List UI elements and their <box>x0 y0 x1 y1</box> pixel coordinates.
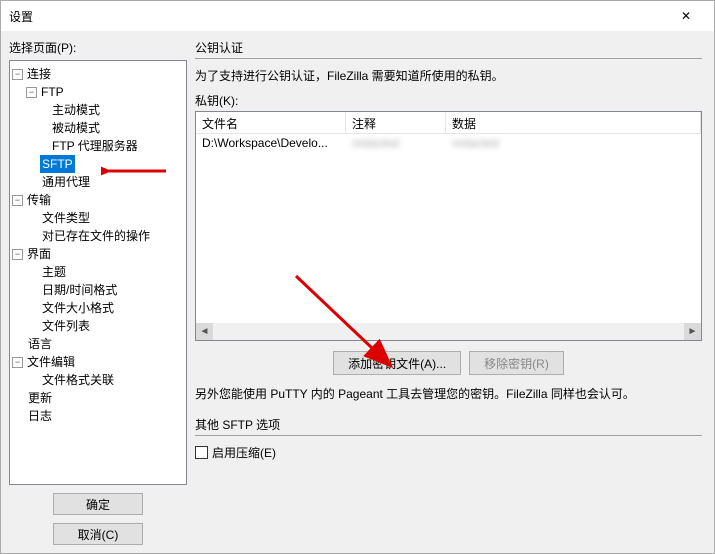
tree-node-interface[interactable]: − 界面 <box>12 245 184 263</box>
divider <box>195 435 702 436</box>
private-keys-list[interactable]: 文件名 注释 数据 D:\Workspace\Develo... redacte… <box>195 111 702 341</box>
col-header-comment[interactable]: 注释 <box>346 112 446 133</box>
compression-checkbox-row[interactable]: 启用压缩(E) <box>195 444 702 461</box>
left-pane: 选择页面(P): − 连接 − FTP 主动模式 被动模式 <box>1 31 191 553</box>
tree-label: 文件大小格式 <box>40 299 116 317</box>
group-auth-label: 公钥认证 <box>195 39 702 56</box>
tree-node-connection[interactable]: − 连接 <box>12 65 184 83</box>
tree-label: 连接 <box>25 65 53 83</box>
pageant-note: 另外您能使用 PuTTY 内的 Pageant 工具去管理您的密钥。FileZi… <box>195 385 702 402</box>
col-header-file[interactable]: 文件名 <box>196 112 346 133</box>
cancel-button[interactable]: 取消(C) <box>53 523 143 545</box>
tree-label: 文件列表 <box>40 317 92 335</box>
tree-node-ftp-passive[interactable]: 被动模式 <box>12 119 184 137</box>
tree-label: FTP 代理服务器 <box>50 137 140 155</box>
tree-label: 传输 <box>25 191 53 209</box>
list-header: 文件名 注释 数据 <box>196 112 701 134</box>
close-button[interactable]: ✕ <box>666 2 706 30</box>
tree-node-updates[interactable]: 更新 <box>12 389 184 407</box>
scroll-track[interactable] <box>213 323 684 340</box>
tree-node-transfer[interactable]: − 传输 <box>12 191 184 209</box>
tree-label: 通用代理 <box>40 173 92 191</box>
tree-label: 被动模式 <box>50 119 102 137</box>
tree-label: 文件类型 <box>40 209 92 227</box>
tree-node-existing-action[interactable]: 对已存在文件的操作 <box>12 227 184 245</box>
settings-dialog: 设置 ✕ 选择页面(P): − 连接 − FTP 主动模式 <box>0 0 715 554</box>
tree-node-ftp[interactable]: − FTP <box>12 83 184 101</box>
cell-data: redacted <box>446 134 701 154</box>
tree-label: 主动模式 <box>50 101 102 119</box>
remove-key-button[interactable]: 移除密钥(R) <box>469 351 564 375</box>
select-page-label: 选择页面(P): <box>9 39 187 56</box>
collapse-icon[interactable]: − <box>12 357 23 368</box>
cell-file: D:\Workspace\Develo... <box>196 134 346 154</box>
tree-label: 界面 <box>25 245 53 263</box>
right-pane: 公钥认证 为了支持进行公钥认证，FileZilla 需要知道所使用的私钥。 私钥… <box>191 31 714 553</box>
tree-node-file-editing[interactable]: − 文件编辑 <box>12 353 184 371</box>
tree-node-ftp-proxy[interactable]: FTP 代理服务器 <box>12 137 184 155</box>
tree-node-filetype-assoc[interactable]: 文件格式关联 <box>12 371 184 389</box>
tree-node-themes[interactable]: 主题 <box>12 263 184 281</box>
tree-label: 更新 <box>26 389 54 407</box>
tree-node-generic-proxy[interactable]: 通用代理 <box>12 173 184 191</box>
tree-node-sftp[interactable]: SFTP <box>12 155 184 173</box>
tree-label: FTP <box>39 83 66 101</box>
col-header-data[interactable]: 数据 <box>446 112 701 133</box>
collapse-icon[interactable]: − <box>12 69 23 80</box>
checkbox-icon[interactable] <box>195 446 208 459</box>
tree-node-size-format[interactable]: 文件大小格式 <box>12 299 184 317</box>
tree-node-date-time[interactable]: 日期/时间格式 <box>12 281 184 299</box>
horizontal-scrollbar[interactable]: ◄ ► <box>196 323 701 340</box>
tree-label: 主题 <box>40 263 68 281</box>
group-other-label: 其他 SFTP 选项 <box>195 416 702 433</box>
tree-node-ftp-active[interactable]: 主动模式 <box>12 101 184 119</box>
page-tree[interactable]: − 连接 − FTP 主动模式 被动模式 FTP <box>9 60 187 485</box>
tree-label: 文件编辑 <box>25 353 77 371</box>
key-buttons-row: 添加密钥文件(A)... 移除密钥(R) <box>195 351 702 375</box>
list-row[interactable]: D:\Workspace\Develo... redacted redacted <box>196 134 701 154</box>
tree-label: 对已存在文件的操作 <box>40 227 152 245</box>
tree-node-logging[interactable]: 日志 <box>12 407 184 425</box>
collapse-icon[interactable]: − <box>12 249 23 260</box>
keys-label: 私钥(K): <box>195 92 702 109</box>
tree-label: 日志 <box>26 407 54 425</box>
titlebar: 设置 ✕ <box>1 1 714 31</box>
collapse-icon[interactable]: − <box>12 195 23 206</box>
tree-label: 文件格式关联 <box>40 371 116 389</box>
tree-label: 语言 <box>26 335 54 353</box>
dialog-content: 选择页面(P): − 连接 − FTP 主动模式 被动模式 <box>1 31 714 553</box>
window-title: 设置 <box>9 8 666 25</box>
scroll-left-icon[interactable]: ◄ <box>196 323 213 340</box>
divider <box>195 58 702 59</box>
scroll-right-icon[interactable]: ► <box>684 323 701 340</box>
tree-label: 日期/时间格式 <box>40 281 119 299</box>
add-key-button[interactable]: 添加密钥文件(A)... <box>333 351 461 375</box>
tree-label: SFTP <box>40 155 75 173</box>
auth-description: 为了支持进行公钥认证，FileZilla 需要知道所使用的私钥。 <box>195 67 702 84</box>
ok-button[interactable]: 确定 <box>53 493 143 515</box>
collapse-icon[interactable]: − <box>26 87 37 98</box>
tree-node-file-lists[interactable]: 文件列表 <box>12 317 184 335</box>
cell-comment: redacted <box>346 134 446 154</box>
tree-node-language[interactable]: 语言 <box>12 335 184 353</box>
close-icon: ✕ <box>681 9 691 23</box>
tree-node-file-types[interactable]: 文件类型 <box>12 209 184 227</box>
compression-label: 启用压缩(E) <box>212 444 276 461</box>
